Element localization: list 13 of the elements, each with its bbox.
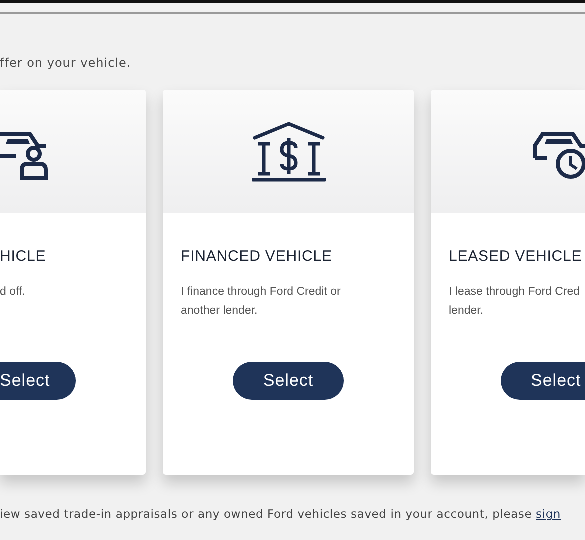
card-title: HICLE [0,247,48,267]
select-button[interactable]: Select [233,362,344,400]
card-title: LEASED VEHICLE [449,247,584,267]
footer-text: iew saved trade-in appraisals or any owned Ford vehicles saved in your account, please sign [0,506,562,522]
card-description: d off. [0,285,26,300]
select-button[interactable]: Select [501,362,585,400]
card-description: I lease through Ford Cred lender. [449,285,582,319]
bank-icon [252,122,326,182]
sign-in-link[interactable]: sign [536,507,562,521]
card-description: I finance through Ford Credit or another lender. [181,285,342,319]
intro-text: ffer on your vehicle. [0,55,132,71]
select-button[interactable]: Select [0,362,76,400]
card-title: FINANCED VEHICLE [181,247,334,267]
